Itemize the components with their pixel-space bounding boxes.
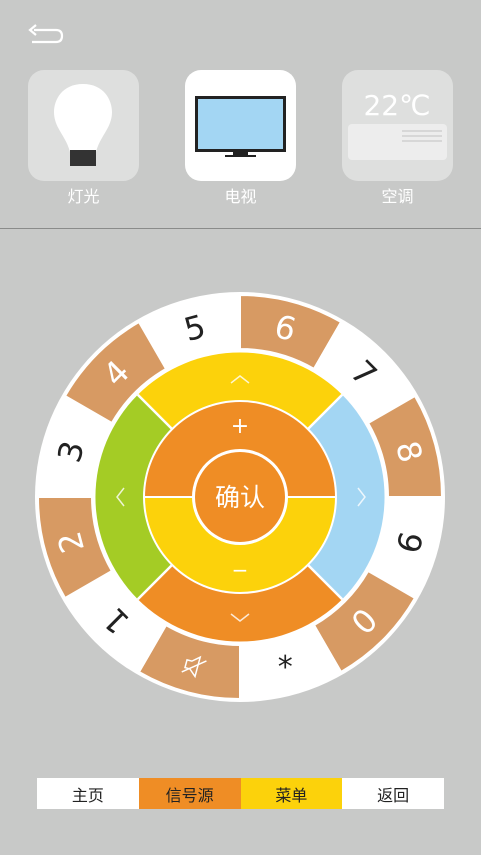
light-bulb-icon [54, 84, 112, 166]
device-tile: 22℃ [342, 70, 453, 181]
air-conditioner-icon: 22℃ [348, 89, 447, 160]
home-button[interactable]: 主页 [37, 778, 139, 809]
menu-button[interactable]: 菜单 [240, 778, 343, 809]
section-divider [0, 228, 481, 229]
device-ac[interactable]: 22℃ 空调 [342, 70, 453, 206]
device-label: 空调 [381, 187, 414, 206]
device-light[interactable]: 灯光 [28, 70, 139, 206]
source-button[interactable]: 信号源 [138, 778, 241, 809]
return-button[interactable]: 返回 [342, 778, 444, 809]
ac-temperature: 22℃ [363, 89, 430, 122]
back-arrow-icon[interactable] [26, 22, 64, 48]
remote-control: 5 67890*1234 + − 确认 [35, 292, 445, 702]
volume-minus-label: − [232, 558, 249, 582]
ok-button-label: 确认 [215, 483, 265, 512]
device-tile [185, 70, 296, 181]
bottom-bar: 主页 信号源 菜单 返回 [37, 778, 444, 809]
key-star-label: * [278, 650, 293, 685]
volume-plus-label: + [231, 414, 249, 439]
tv-icon [195, 96, 286, 157]
device-tv[interactable]: 电视 [185, 70, 296, 206]
device-label: 灯光 [67, 187, 100, 206]
device-tile [28, 70, 139, 181]
device-label: 电视 [224, 187, 257, 206]
